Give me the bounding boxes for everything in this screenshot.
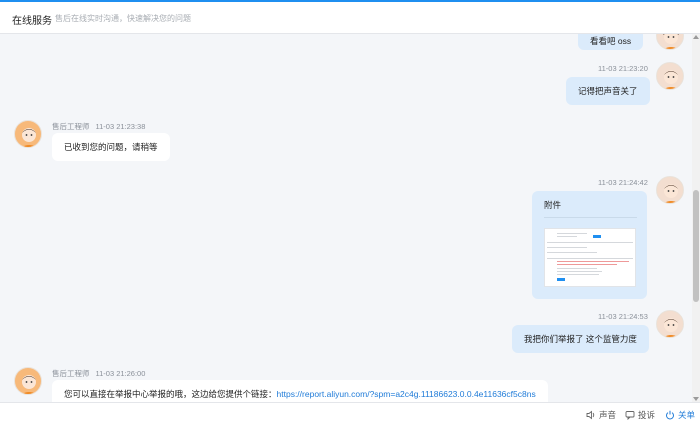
user-avatar [656,176,684,204]
message-bubble: 看看吧 oss [578,34,644,50]
message-bubble: 已收到您的问题，请稍等 [52,133,170,161]
close-ticket-button[interactable]: 关单 [665,409,695,421]
scroll-up-icon[interactable] [693,35,699,39]
user-avatar [656,310,684,338]
sound-button[interactable]: 声音 [586,409,616,421]
agent-name: 售后工程师 [52,369,90,378]
user-avatar [656,34,684,50]
divider [544,217,637,218]
scrollbar-thumb[interactable] [693,190,699,302]
chat-scrollbar[interactable] [692,34,700,402]
page-title: 在线服务 [12,16,52,27]
message-bubble: 记得把声音关了 [566,77,650,105]
attachment-bubble[interactable]: 附件 [532,191,647,299]
sound-label: 声音 [599,410,617,420]
footer-toolbar: 声音 投诉 关单 [0,402,700,425]
speaker-icon [586,410,596,420]
message-text: 您可以直接在举报中心举报的哦，这边给您提供个链接： [64,389,277,399]
message-meta: 售后工程师 11-03 21:23:38 [52,121,151,132]
message-timestamp: 11-03 21:24:53 [598,312,648,321]
scroll-down-icon[interactable] [693,397,699,401]
report-link[interactable]: https://report.aliyun.com/?spm=a2c4g.111… [277,389,536,399]
comment-icon [625,410,635,420]
page-subtitle: 售后在线实时沟通，快速解决您的问题 [55,14,191,23]
close-label: 关单 [678,410,696,420]
message-text: 已收到您的问题，请稍等 [64,142,158,152]
power-icon [665,410,675,420]
attachment-label: 附件 [544,200,562,210]
message-bubble: 您可以直接在举报中心举报的哦，这边给您提供个链接：https://report.… [52,380,548,402]
message-text: 看看吧 oss [590,36,632,46]
agent-name: 售后工程师 [52,122,90,131]
message-timestamp: 11-03 21:26:00 [95,369,146,378]
message-timestamp: 11-03 21:23:20 [598,64,648,73]
message-text: 我把你们举报了 这个监管力度 [524,334,637,344]
complain-label: 投诉 [638,410,656,420]
message-bubble: 我把你们举报了 这个监管力度 [512,325,649,353]
message-text: 记得把声音关了 [578,86,638,96]
chat-area[interactable]: 看看吧 oss 11-03 21:23:20 记得把声音关了 售后工程师 11-0… [0,34,692,402]
message-meta: 售后工程师 11-03 21:26:00 [52,368,151,379]
complain-button[interactable]: 投诉 [625,409,655,421]
attachment-thumbnail[interactable] [544,228,636,287]
message-timestamp: 11-03 21:23:38 [95,122,146,131]
agent-avatar [14,120,42,148]
header-bar: 在线服务 售后在线实时沟通，快速解决您的问题 [0,0,700,34]
user-avatar [656,62,684,90]
agent-avatar [14,367,42,395]
message-timestamp: 11-03 21:24:42 [598,178,648,187]
